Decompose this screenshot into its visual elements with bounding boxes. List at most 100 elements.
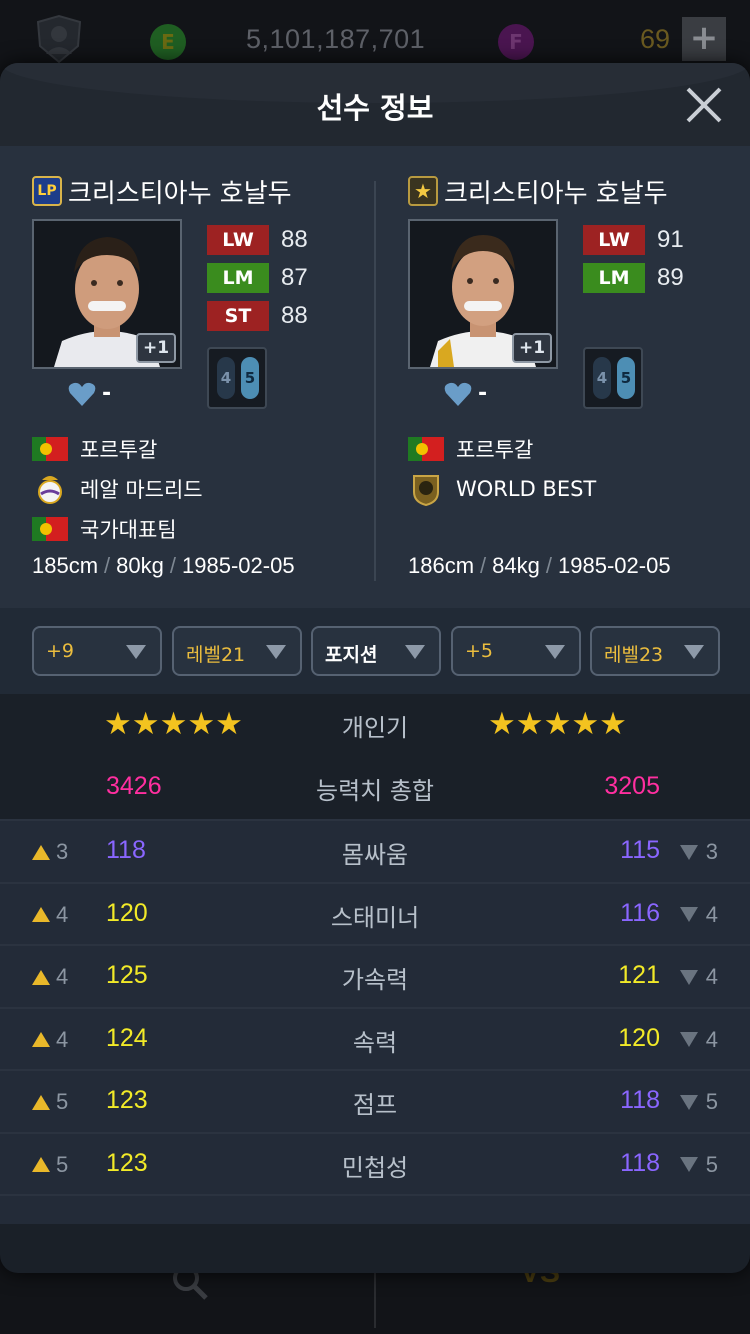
- heart-icon[interactable]: [444, 382, 472, 406]
- likes-count: -: [102, 381, 112, 406]
- skill-moves-row: ★★★★★ 개인기 ★★★★★: [0, 694, 750, 757]
- foot-ability-box: 4 5: [583, 347, 643, 409]
- stat-row-partial[interactable]: [0, 1194, 750, 1224]
- player-name: 크리스티아누 호날두: [444, 178, 668, 209]
- birthdate: 1985-02-05: [558, 553, 671, 578]
- arrow-down-icon: [679, 969, 698, 985]
- dropdown-value: +5: [465, 640, 494, 662]
- upgrade-plus-badge: +1: [512, 333, 552, 363]
- likes-count: -: [478, 381, 488, 406]
- position-rating-row: LM 89: [583, 259, 684, 297]
- right-level-dropdown[interactable]: 레벨23: [590, 626, 720, 676]
- heart-icon[interactable]: [68, 382, 96, 406]
- decrease-indicator: 5: [679, 1152, 718, 1178]
- foot-ability-box: 4 5: [207, 347, 267, 409]
- strong-foot-icon: 5: [617, 357, 635, 399]
- dropdown-value: 레벨23: [604, 644, 664, 666]
- portugal-flag-icon: [32, 517, 68, 541]
- position-dropdown[interactable]: 포지션: [311, 626, 441, 676]
- arrow-down-icon: [679, 1094, 698, 1110]
- upgrade-plus-badge: +1: [136, 333, 176, 363]
- height: 185cm: [32, 553, 99, 578]
- position-rating-row: LM 87: [207, 259, 308, 297]
- arrow-down-icon: [679, 907, 698, 922]
- position-value: 91: [657, 226, 684, 253]
- decrease-indicator: 3: [679, 839, 718, 865]
- nation-row: 포르투갈: [408, 429, 596, 469]
- stat-row: 4 125 가속력 121 4: [0, 944, 750, 1007]
- right-stat-value: 120: [618, 1023, 660, 1052]
- club-name: WORLD BEST: [456, 477, 597, 501]
- ep-balance: 5,101,187,701: [246, 24, 426, 54]
- right-skill-stars: ★★★★★: [488, 706, 627, 742]
- likes-row: -: [444, 381, 487, 406]
- dropdown-value: +9: [46, 640, 75, 662]
- portugal-flag-icon: [32, 437, 68, 461]
- chevron-down-icon: [684, 645, 704, 659]
- right-enhance-dropdown[interactable]: +5: [451, 626, 581, 676]
- stat-row: 5 123 민첩성 118 5: [0, 1131, 750, 1194]
- right-stat-value: 116: [620, 898, 660, 927]
- club-row: 레알 마드리드: [32, 469, 203, 509]
- position-tag: LM: [207, 263, 269, 293]
- add-currency-button[interactable]: +: [682, 17, 726, 61]
- weak-foot-icon: 4: [217, 357, 235, 399]
- physical-info: 186cm/84kg/1985-02-05: [408, 553, 671, 578]
- arrow-down-icon: [679, 1032, 698, 1047]
- weight: 84kg: [492, 553, 540, 578]
- position-value: 88: [281, 302, 308, 329]
- manager-avatar-icon[interactable]: [32, 12, 86, 66]
- position-value: 88: [281, 226, 308, 253]
- left-level-dropdown[interactable]: 레벨21: [172, 626, 302, 676]
- fc-coin-icon: F: [498, 24, 534, 60]
- stat-row: 5 123 점프 118 5: [0, 1069, 750, 1132]
- portugal-flag-icon: [408, 437, 444, 461]
- right-stat-value: 118: [620, 1086, 660, 1114]
- position-ratings: LW 91 LM 89: [583, 221, 684, 297]
- right-stat-value: 121: [618, 961, 660, 989]
- player-portrait[interactable]: +1: [408, 219, 558, 369]
- player-name-row: ★ 크리스티아누 호날두: [408, 173, 668, 209]
- height: 186cm: [408, 553, 475, 578]
- player-info-modal: 선수 정보 LP 크리스티아누 호날두 +1 - LW 88 LM 87 ST …: [0, 63, 750, 1273]
- player-portrait[interactable]: +1: [32, 219, 182, 369]
- position-tag: LM: [583, 263, 645, 293]
- position-ratings: LW 88 LM 87 ST 88: [207, 221, 308, 335]
- position-tag: LW: [583, 225, 645, 255]
- right-total: 3205: [604, 771, 660, 800]
- birthdate: 1985-02-05: [182, 553, 295, 578]
- chevron-down-icon: [126, 645, 146, 659]
- player-meta: 포르투갈 레알 마드리드 국가대표팀: [32, 429, 203, 549]
- world-best-season-badge-icon: ★: [408, 176, 438, 206]
- nation-name: 포르투갈: [80, 438, 158, 462]
- player-card-left: LP 크리스티아누 호날두 +1 - LW 88 LM 87 ST 88 4 5…: [0, 63, 360, 578]
- likes-row: -: [68, 381, 111, 406]
- position-tag: LW: [207, 225, 269, 255]
- right-stat-value: 115: [620, 836, 660, 864]
- dropdown-value: 포지션: [325, 644, 378, 666]
- chevron-down-icon: [405, 645, 425, 659]
- strong-foot-icon: 5: [241, 357, 259, 399]
- club-row: WORLD BEST: [408, 469, 596, 509]
- left-enhance-dropdown[interactable]: +9: [32, 626, 162, 676]
- chevron-down-icon: [545, 645, 565, 659]
- position-rating-row: LW 88: [207, 221, 308, 259]
- decrease-indicator: 4: [679, 902, 718, 928]
- player-name-row: LP 크리스티아누 호날두: [32, 173, 292, 209]
- player-meta: 포르투갈 WORLD BEST: [408, 429, 596, 509]
- overall-total-row: 3426 능력치 총합 3205: [0, 757, 750, 820]
- position-tag: ST: [207, 301, 269, 331]
- national-team-label: 국가대표팀: [80, 518, 177, 542]
- club-name: 레알 마드리드: [80, 478, 203, 502]
- arrow-down-icon: [679, 844, 698, 860]
- fc-balance: 69: [640, 24, 671, 54]
- position-rating-row: LW 91: [583, 221, 684, 259]
- player-card-right: ★ 크리스티아누 호날두 +1 - LW 91 LM 89 4 5 포르투갈 W…: [376, 63, 736, 578]
- decrease-indicator: 4: [679, 1027, 718, 1053]
- position-rating-row: ST 88: [207, 297, 308, 335]
- weight: 80kg: [116, 553, 164, 578]
- chevron-down-icon: [266, 645, 286, 659]
- weak-foot-icon: 4: [593, 357, 611, 399]
- lp-season-badge-icon: LP: [32, 176, 62, 206]
- ep-coin-icon: E: [150, 24, 186, 60]
